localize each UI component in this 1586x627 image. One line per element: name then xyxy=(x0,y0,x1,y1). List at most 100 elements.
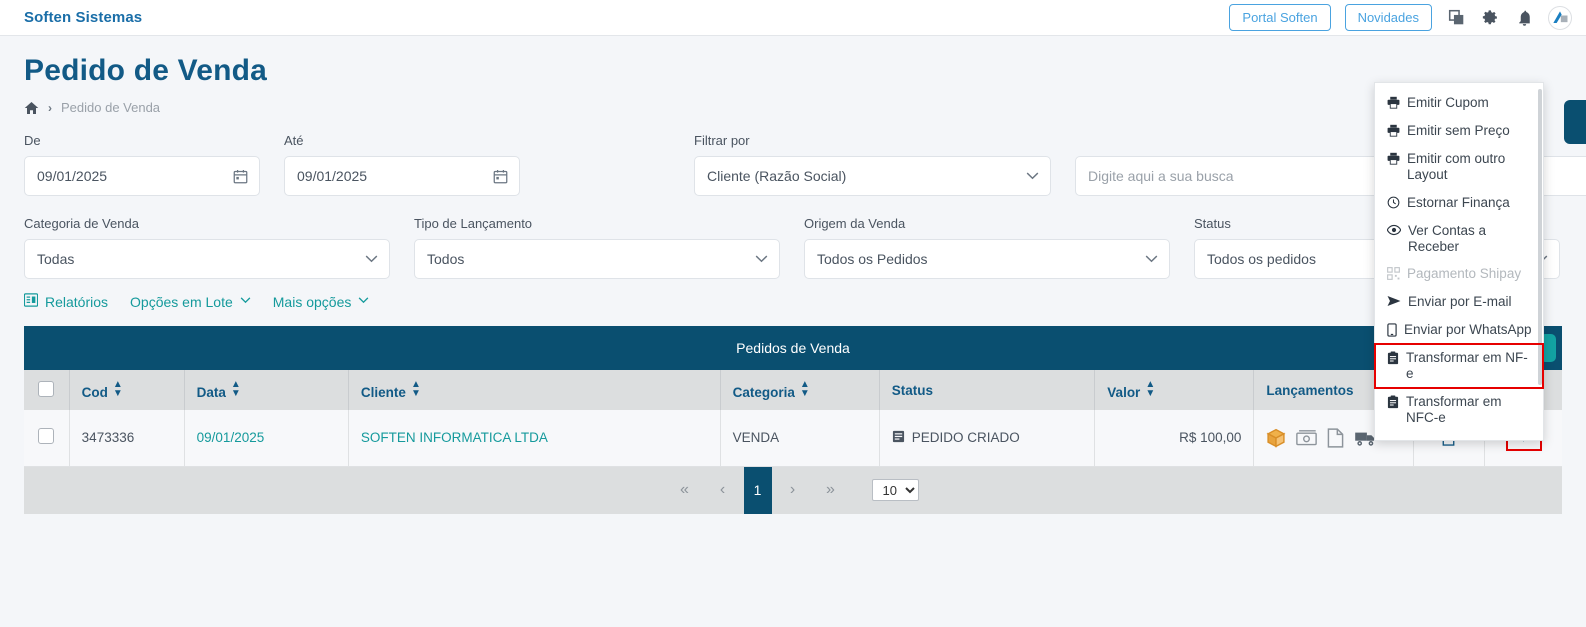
table-banner-title: Pedidos de Venda xyxy=(736,340,850,356)
sort-icon[interactable]: ▲ ▼ xyxy=(1145,380,1155,399)
pagination-last[interactable]: » xyxy=(814,473,848,507)
menu-item-transformar-em-nfce[interactable]: Transformar em NFC-e xyxy=(1375,388,1543,432)
document-icon[interactable] xyxy=(1327,428,1344,448)
menu-item-label: Enviar por WhatsApp xyxy=(1404,322,1532,338)
pagination-page-1[interactable]: 1 xyxy=(743,466,772,514)
filtrar-por-value: Cliente (Razão Social) xyxy=(707,168,847,184)
row-checkbox[interactable] xyxy=(38,428,55,445)
filter-de-label: De xyxy=(24,133,41,148)
row-select-cell xyxy=(24,410,70,467)
page-title: Pedido de Venda xyxy=(24,54,268,87)
sort-icon[interactable]: ▲ ▼ xyxy=(113,380,123,399)
action-links: Relatórios Opções em Lote Mais opções xyxy=(0,279,1586,310)
filter-origem-label: Origem da Venda xyxy=(804,216,906,231)
filter-categoria-label: Categoria de Venda xyxy=(24,216,139,231)
filter-filtrar-por: Filtrar por Cliente (Razão Social) xyxy=(694,133,1051,196)
cell-cliente-link[interactable]: SOFTEN INFORMATICA LTDA xyxy=(361,430,548,445)
report-icon xyxy=(23,293,39,310)
novidades-button[interactable]: Novidades xyxy=(1344,4,1432,31)
cell-cliente: SOFTEN INFORMATICA LTDA xyxy=(348,410,721,467)
page-header: Pedido de Venda › Pedido de Venda xyxy=(0,36,1586,115)
pagination-first[interactable]: « xyxy=(668,473,702,507)
menu-item-transformar-em-nfe[interactable]: Transformar em NF-e xyxy=(1374,343,1544,390)
pagination-prev[interactable]: ‹ xyxy=(706,473,740,507)
tipo-lancamento-select[interactable]: Todos xyxy=(414,239,780,279)
filter-filtrar-label: Filtrar por xyxy=(694,133,750,148)
cell-data-link[interactable]: 09/01/2025 xyxy=(197,430,265,445)
opcoes-em-lote-button[interactable]: Opções em Lote xyxy=(130,294,251,310)
menu-scrollbar[interactable] xyxy=(1538,89,1542,385)
menu-item-label: Ver Contas a Receber xyxy=(1408,222,1487,254)
column-header-valor[interactable]: Valor ▲ ▼ xyxy=(1094,370,1255,410)
menu-item-label: Estornar Finança xyxy=(1407,194,1510,210)
cell-status: PEDIDO CRIADO xyxy=(879,410,1096,467)
categoria-venda-select[interactable]: Todas xyxy=(24,239,390,279)
menu-item-emitir-sem-preco[interactable]: Emitir sem Preço xyxy=(1375,117,1543,145)
menu-item-label: Enviar por E-mail xyxy=(1408,294,1512,310)
topbar-right-group: Portal Soften Novidades xyxy=(1229,4,1572,31)
bell-icon[interactable] xyxy=(1514,8,1534,28)
printer-icon xyxy=(1387,124,1400,137)
opcoes-em-lote-label: Opções em Lote xyxy=(130,293,233,310)
menu-item-estornar-financa[interactable]: Estornar Finança xyxy=(1375,189,1543,217)
column-header-cliente[interactable]: Cliente ▲ ▼ xyxy=(348,370,721,410)
sort-icon[interactable]: ▲ ▼ xyxy=(231,380,241,399)
column-label-categoria: Categoria xyxy=(732,385,795,400)
chevron-down-icon xyxy=(365,255,378,263)
calendar-icon[interactable] xyxy=(493,169,508,184)
filter-ate-label: Até xyxy=(284,133,304,148)
column-label-lancamentos: Lançamentos xyxy=(1266,382,1354,398)
chevron-down-icon xyxy=(1026,172,1039,180)
home-icon[interactable] xyxy=(24,101,39,115)
table-row: 3473336 09/01/2025 SOFTEN INFORMATICA LT… xyxy=(24,410,1562,467)
calendar-icon[interactable] xyxy=(233,169,248,184)
gear-icon[interactable] xyxy=(1480,8,1500,28)
windows-icon[interactable] xyxy=(1446,8,1466,28)
cell-categoria: VENDA xyxy=(720,410,880,467)
menu-item-ver-contas-a-receber[interactable]: Ver Contas a Receber xyxy=(1375,217,1543,261)
column-header-cod[interactable]: Cod ▲ ▼ xyxy=(69,370,185,410)
page-size-select[interactable]: 10 xyxy=(871,479,919,501)
tipo-lancamento-value: Todos xyxy=(427,251,465,267)
sort-icon[interactable]: ▲ ▼ xyxy=(800,380,810,399)
cell-data: 09/01/2025 xyxy=(184,410,349,467)
clipboard-icon xyxy=(1387,351,1399,365)
clipboard-icon xyxy=(1387,395,1399,409)
filter-de: De 09/01/2025 xyxy=(24,133,260,196)
edge-new-order-button[interactable] xyxy=(1564,100,1586,144)
portal-soften-button[interactable]: Portal Soften xyxy=(1229,4,1331,31)
orders-table-container: Pedidos de Venda Cod ▲ ▼ Data ▲ ▼ Cliente ▲ ▼ xyxy=(24,326,1562,514)
column-header-categoria[interactable]: Categoria ▲ ▼ xyxy=(720,370,880,410)
avatar[interactable] xyxy=(1548,5,1572,30)
date-from-input[interactable]: 09/01/2025 xyxy=(24,156,260,196)
relatorios-button[interactable]: Relatórios xyxy=(23,293,108,310)
breadcrumb: › Pedido de Venda xyxy=(24,100,1562,115)
table-banner: Pedidos de Venda xyxy=(24,326,1562,370)
column-header-data[interactable]: Data ▲ ▼ xyxy=(184,370,349,410)
origem-venda-select[interactable]: Todos os Pedidos xyxy=(804,239,1170,279)
column-label-cod: Cod xyxy=(81,385,108,400)
menu-item-label: Emitir sem Preço xyxy=(1407,122,1510,138)
filtrar-por-select[interactable]: Cliente (Razão Social) xyxy=(694,156,1051,196)
sort-icon[interactable]: ▲ ▼ xyxy=(411,380,421,399)
box-icon[interactable] xyxy=(1266,428,1286,448)
filter-ate: Até 09/01/2025 xyxy=(284,133,520,196)
column-label-data: Data xyxy=(196,385,226,400)
breadcrumb-separator: › xyxy=(48,100,52,115)
pagination-next[interactable]: › xyxy=(776,473,810,507)
chevron-down-icon xyxy=(755,255,768,263)
menu-item-enviar-por-whatsapp[interactable]: Enviar por WhatsApp xyxy=(1375,316,1543,344)
menu-item-emitir-com-outro-layout[interactable]: Emitir com outro Layout xyxy=(1375,145,1543,189)
filters-row-2: Categoria de Venda Todas Tipo de Lançame… xyxy=(24,216,1562,279)
select-all-checkbox[interactable] xyxy=(38,380,55,397)
menu-item-emitir-cupom[interactable]: Emitir Cupom xyxy=(1375,89,1543,117)
origem-venda-value: Todos os Pedidos xyxy=(817,251,928,267)
date-to-input[interactable]: 09/01/2025 xyxy=(284,156,520,196)
menu-item-label: Transformar em NFC-e xyxy=(1406,394,1502,425)
categoria-venda-value: Todas xyxy=(37,251,75,267)
clock-revert-icon xyxy=(1387,196,1400,209)
menu-item-enviar-por-email[interactable]: Enviar por E-mail xyxy=(1375,288,1543,316)
money-icon[interactable] xyxy=(1296,429,1318,447)
mais-opcoes-button[interactable]: Mais opções xyxy=(273,294,370,310)
filter-tipo: Tipo de Lançamento Todos xyxy=(414,216,780,279)
